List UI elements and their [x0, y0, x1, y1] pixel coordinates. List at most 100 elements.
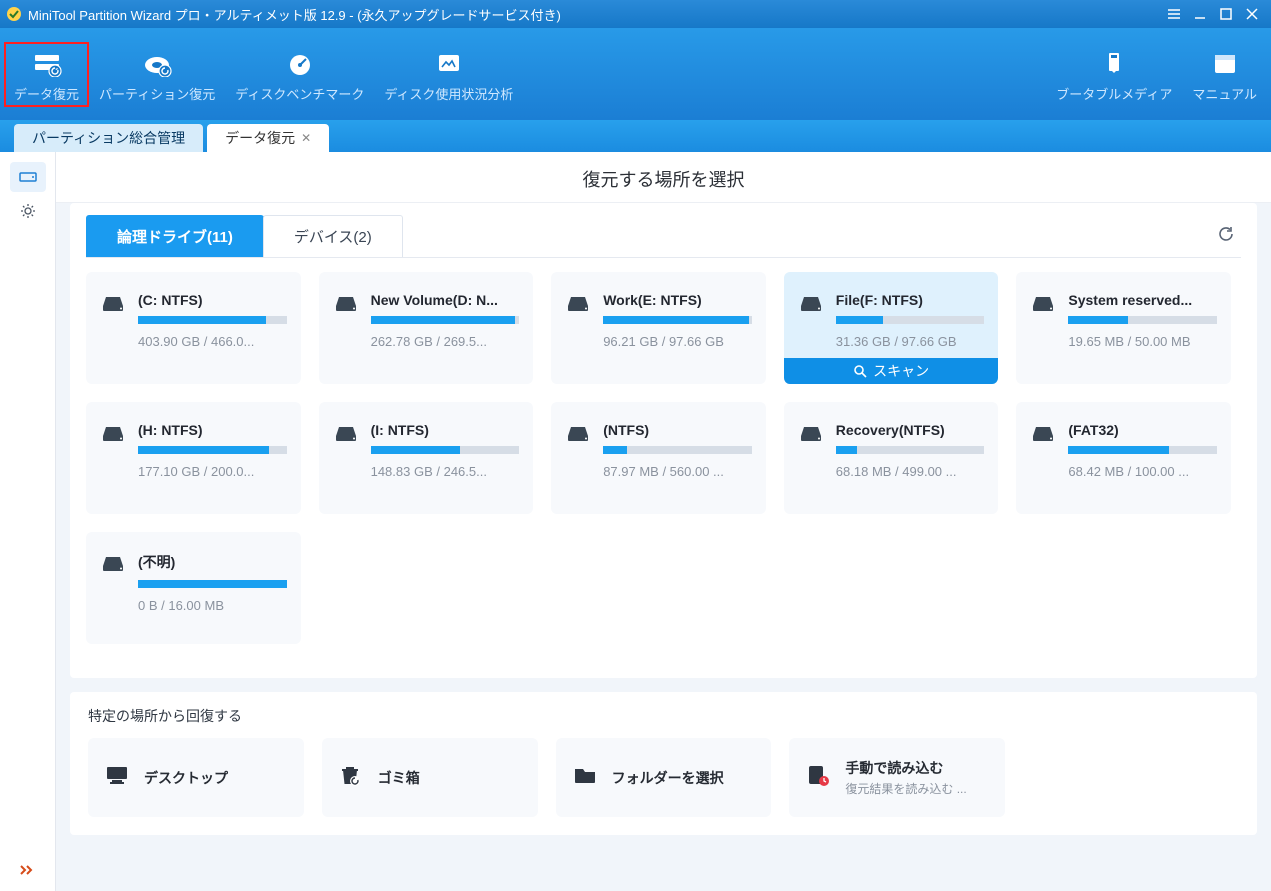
close-button[interactable]: [1239, 3, 1265, 25]
location-card[interactable]: デスクトップ: [88, 738, 304, 817]
disk-icon: [798, 294, 824, 319]
tab-label: パーティション総合管理: [32, 128, 185, 148]
location-icon: [572, 764, 600, 791]
location-icon: [104, 764, 132, 791]
drive-usage: 262.78 GB / 269.5...: [371, 334, 520, 349]
toolbar-label: ディスクベンチマーク: [235, 84, 364, 103]
sidebar-drive-icon[interactable]: [10, 162, 46, 192]
location-card[interactable]: 手動で読み込む復元結果を読み込む ...: [789, 738, 1005, 817]
usage-bar: [138, 316, 287, 324]
disk-icon: [100, 294, 126, 319]
toolbar: データ復元 パーティション復元 ディスクベンチマーク ディスク使用状況分析 ブータブル…: [0, 28, 1271, 120]
toolbar-right-ブータブルメディア[interactable]: ブータブルメディア: [1046, 42, 1182, 107]
drive-card[interactable]: New Volume(D: N...262.78 GB / 269.5...: [319, 272, 534, 384]
toolbar-icon: [140, 50, 174, 78]
inner-tab-論理ドライブ(11)[interactable]: 論理ドライブ(11): [86, 215, 264, 257]
drive-name: (不明): [138, 552, 287, 572]
disk-icon: [1030, 294, 1056, 319]
drive-card[interactable]: (H: NTFS)177.10 GB / 200.0...: [86, 402, 301, 514]
drive-card[interactable]: System reserved... 19.65 MB / 50.00 MB: [1016, 272, 1231, 384]
usage-bar: [138, 446, 287, 454]
scan-button[interactable]: スキャン: [784, 358, 999, 384]
tabstrip: パーティション総合管理 データ復元 ✕: [0, 120, 1271, 152]
location-subtitle: 復元結果を読み込む ...: [845, 780, 966, 797]
page-title: 復元する場所を選択: [56, 152, 1271, 203]
disk-icon: [333, 424, 359, 449]
drive-usage: 68.18 MB / 499.00 ...: [836, 464, 985, 479]
refresh-icon[interactable]: [1211, 219, 1241, 254]
drive-card[interactable]: Recovery(NTFS) 68.18 MB / 499.00 ...: [784, 402, 999, 514]
disk-icon: [100, 424, 126, 449]
drive-name: (NTFS): [603, 422, 752, 438]
tab-label: データ復元: [225, 128, 295, 148]
drive-card[interactable]: Work(E: NTFS) 96.21 GB / 97.66 GB: [551, 272, 766, 384]
usage-bar: [1068, 446, 1217, 454]
usage-bar: [603, 446, 752, 454]
usage-bar: [836, 316, 985, 324]
lower-panel-title: 特定の場所から回復する: [88, 706, 1239, 726]
drive-name: (C: NTFS): [138, 292, 287, 308]
tab-データ復元[interactable]: データ復元 ✕: [207, 124, 329, 152]
drive-usage: 68.42 MB / 100.00 ...: [1068, 464, 1217, 479]
location-title: 手動で読み込む: [845, 758, 966, 778]
drive-name: Recovery(NTFS): [836, 422, 985, 438]
location-icon: [338, 763, 366, 792]
close-icon[interactable]: ✕: [301, 131, 311, 145]
toolbar-ディスク使用状況分析[interactable]: ディスク使用状況分析: [374, 42, 523, 107]
maximize-button[interactable]: [1213, 3, 1239, 25]
sidebar-expand-icon[interactable]: [19, 863, 37, 881]
drive-card[interactable]: (NTFS)87.97 MB / 560.00 ...: [551, 402, 766, 514]
drive-card[interactable]: (I: NTFS) 148.83 GB / 246.5...: [319, 402, 534, 514]
location-icon: [805, 763, 833, 792]
drive-usage: 148.83 GB / 246.5...: [371, 464, 520, 479]
toolbar-icon: [30, 50, 64, 78]
disk-icon: [333, 294, 359, 319]
drive-usage: 31.36 GB / 97.66 GB: [836, 334, 985, 349]
drive-usage: 96.21 GB / 97.66 GB: [603, 334, 752, 349]
location-card[interactable]: ゴミ箱: [322, 738, 538, 817]
drive-card[interactable]: (FAT32) 68.42 MB / 100.00 ...: [1016, 402, 1231, 514]
drive-card[interactable]: (不明) 0 B / 16.00 MB: [86, 532, 301, 644]
disk-icon: [565, 294, 591, 319]
drive-name: Work(E: NTFS): [603, 292, 752, 308]
usage-bar: [603, 316, 752, 324]
toolbar-label: パーティション復元: [99, 84, 215, 103]
toolbar-icon: [1208, 50, 1242, 78]
usage-bar: [836, 446, 985, 454]
disk-icon: [565, 424, 591, 449]
drive-name: (I: NTFS): [371, 422, 520, 438]
drive-usage: 0 B / 16.00 MB: [138, 598, 287, 613]
app-logo-icon: [6, 6, 22, 22]
toolbar-icon: [283, 50, 317, 78]
drive-card[interactable]: File(F: NTFS) 31.36 GB / 97.66 GB スキャン: [784, 272, 999, 384]
location-title: フォルダーを選択: [612, 768, 724, 788]
inner-tab-デバイス(2)[interactable]: デバイス(2): [263, 215, 403, 257]
tab-パーティション総合管理[interactable]: パーティション総合管理: [14, 124, 203, 152]
toolbar-label: データ復元: [14, 84, 79, 103]
sidebar-settings-icon[interactable]: [10, 196, 46, 226]
menu-icon[interactable]: [1161, 3, 1187, 25]
toolbar-right-マニュアル[interactable]: マニュアル: [1182, 42, 1267, 107]
toolbar-パーティション復元[interactable]: パーティション復元: [89, 42, 225, 107]
toolbar-ディスクベンチマーク[interactable]: ディスクベンチマーク: [225, 42, 374, 107]
drive-name: System reserved...: [1068, 292, 1217, 308]
drive-name: File(F: NTFS): [836, 292, 985, 308]
toolbar-label: ブータブルメディア: [1056, 84, 1172, 103]
toolbar-label: ディスク使用状況分析: [384, 84, 513, 103]
drive-name: (H: NTFS): [138, 422, 287, 438]
toolbar-データ復元[interactable]: データ復元: [4, 42, 89, 107]
drive-usage: 19.65 MB / 50.00 MB: [1068, 334, 1217, 349]
toolbar-icon: [432, 50, 466, 78]
usage-bar: [1068, 316, 1217, 324]
disk-icon: [100, 554, 126, 579]
disk-icon: [798, 424, 824, 449]
location-title: ゴミ箱: [378, 768, 420, 788]
drive-name: (FAT32): [1068, 422, 1217, 438]
minimize-button[interactable]: [1187, 3, 1213, 25]
inner-tabs: 論理ドライブ(11)デバイス(2): [86, 215, 1241, 258]
title-text: MiniTool Partition Wizard プロ・アルティメット版 12…: [28, 5, 561, 24]
usage-bar: [371, 446, 520, 454]
location-card[interactable]: フォルダーを選択: [556, 738, 772, 817]
drive-card[interactable]: (C: NTFS)403.90 GB / 466.0...: [86, 272, 301, 384]
usage-bar: [138, 580, 287, 588]
